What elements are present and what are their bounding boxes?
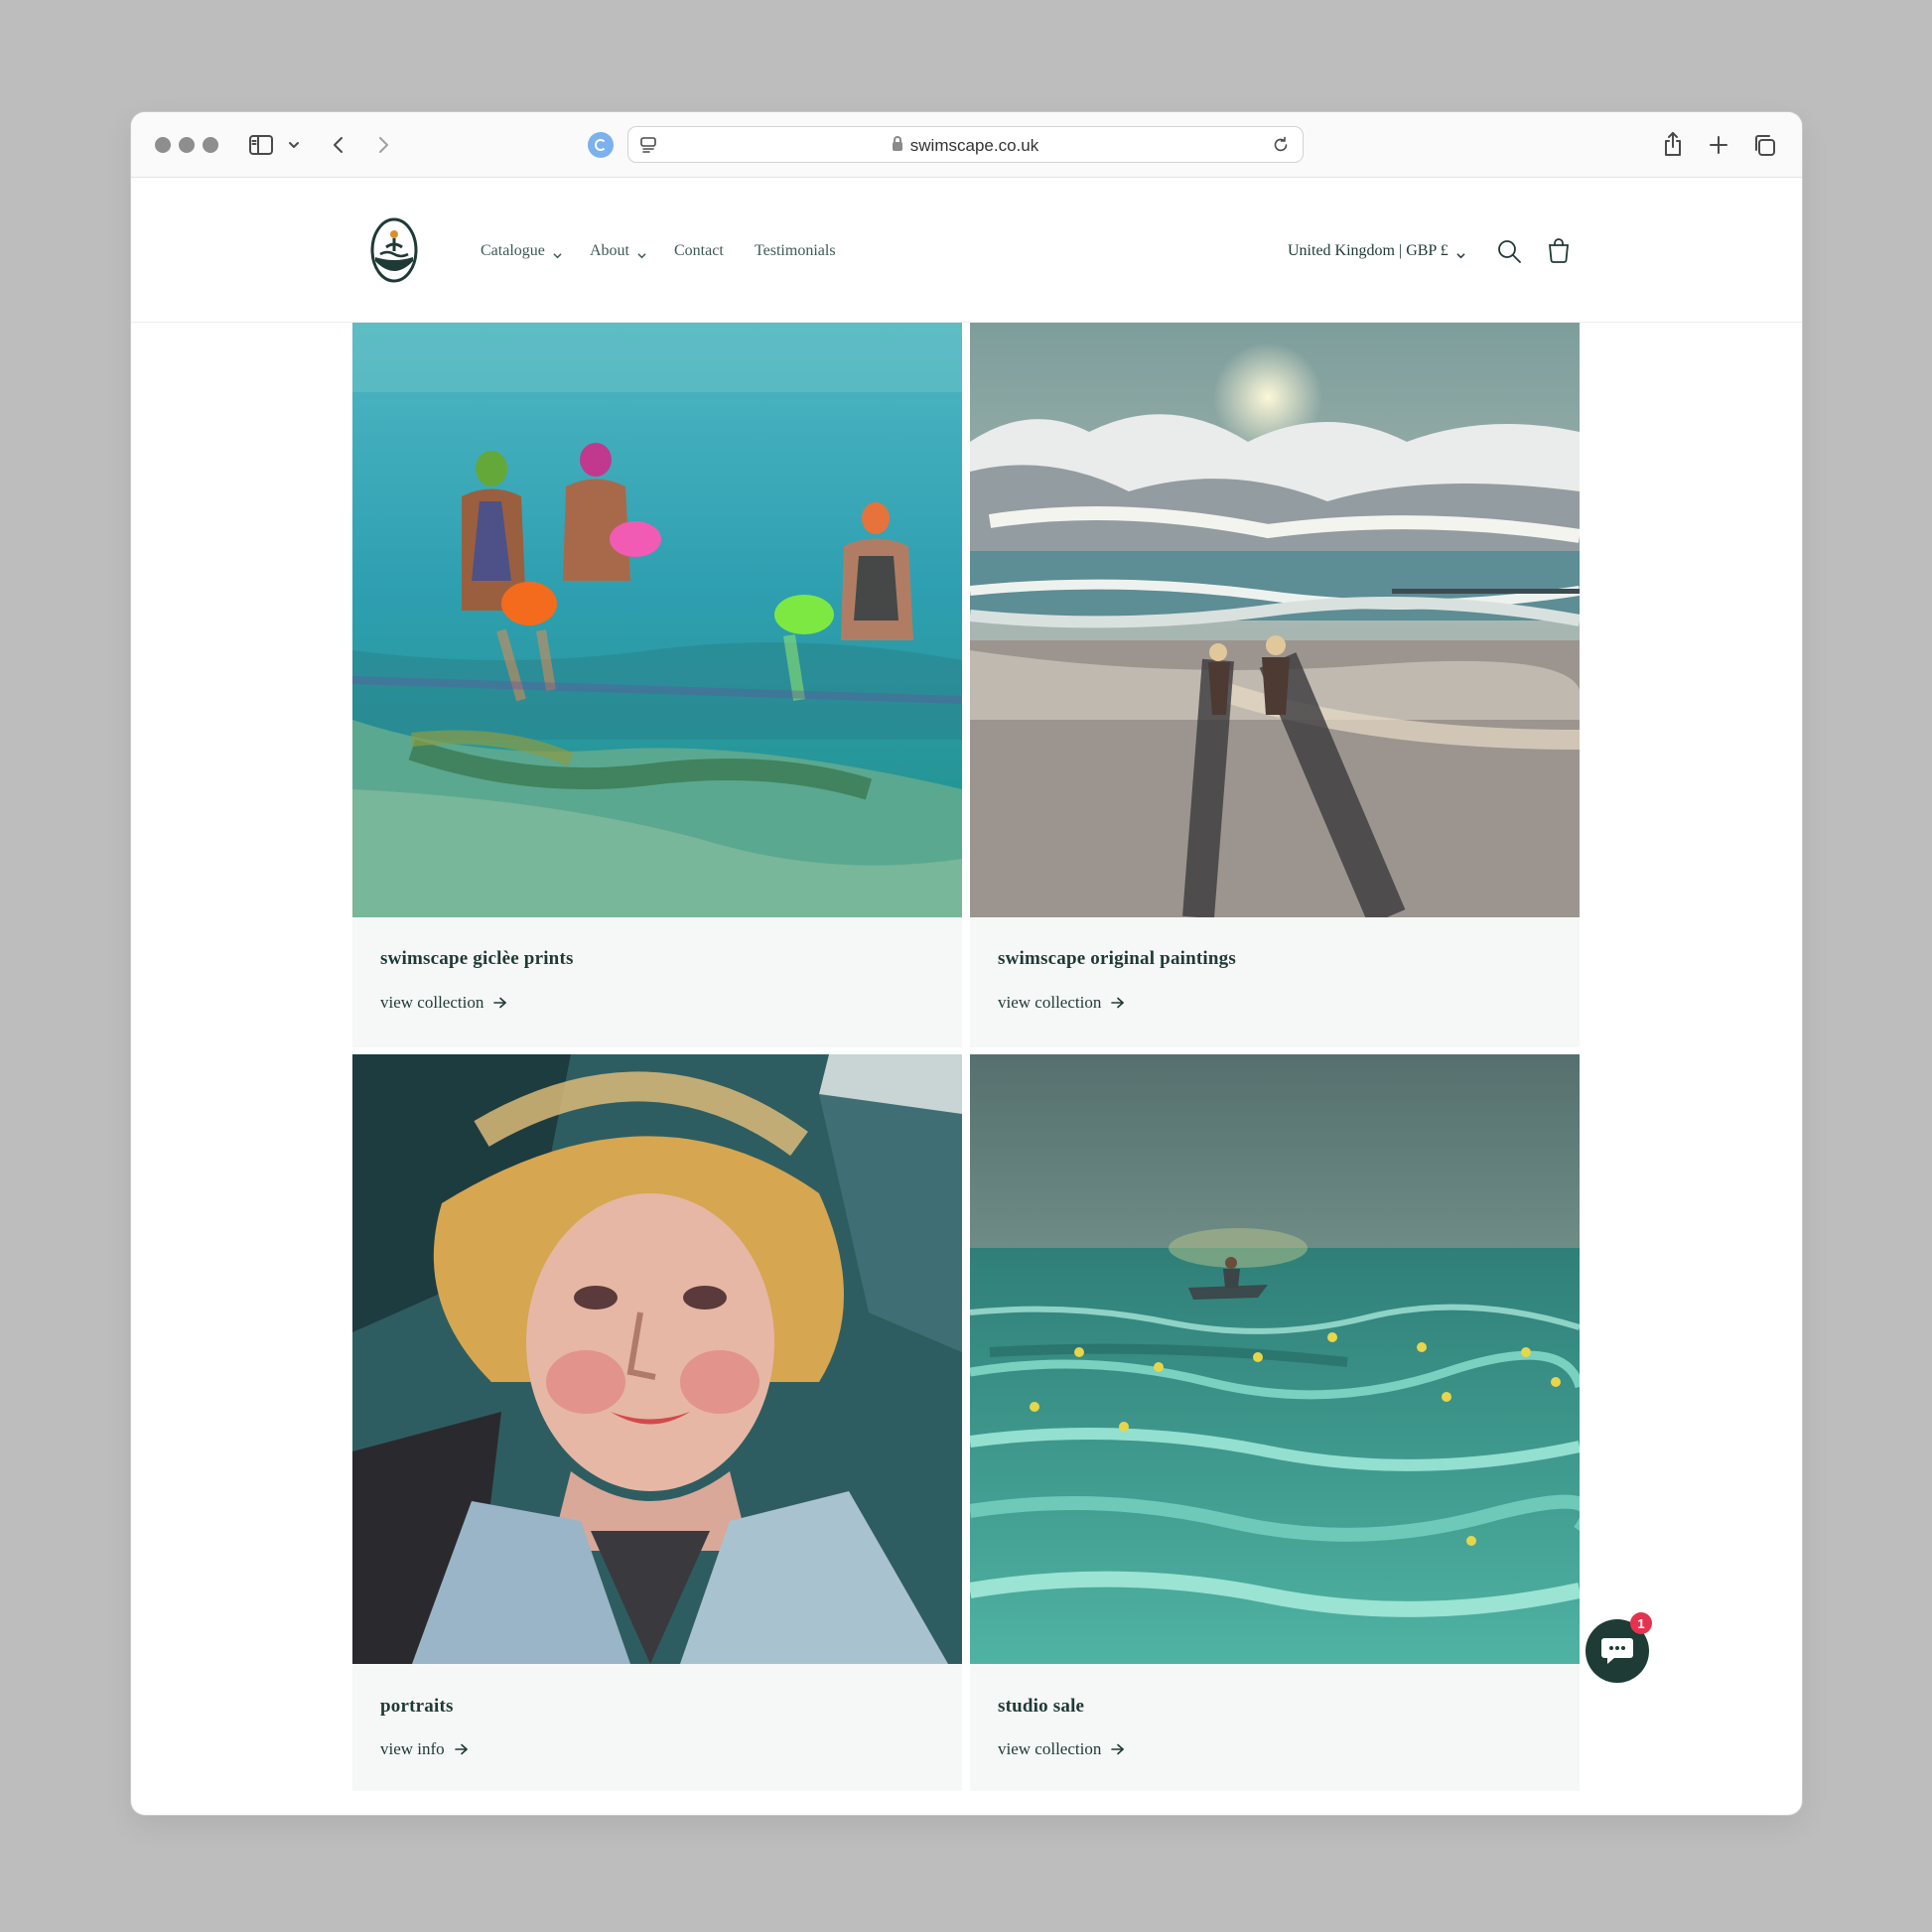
view-collection-link[interactable]: view collection	[998, 993, 1125, 1013]
address-bar[interactable]: swimscape.co.uk	[627, 126, 1304, 163]
lock-icon	[892, 136, 902, 151]
collection-image-portraits[interactable]	[352, 1054, 962, 1664]
view-info-link[interactable]: view info	[380, 1739, 469, 1759]
site-header: Catalogue About Contact Testimonials Uni…	[131, 178, 1802, 323]
collection-image-giclee-prints[interactable]	[352, 323, 962, 917]
collection-image-original-paintings[interactable]	[970, 323, 1580, 917]
chat-bubble-icon	[1601, 1638, 1633, 1664]
arrow-right-icon	[1111, 997, 1125, 1009]
collection-card-giclee-prints[interactable]: swimscape giclèe prints view collection	[352, 323, 962, 1047]
locale-label: United Kingdom | GBP £	[1288, 242, 1449, 259]
nav-testimonials[interactable]: Testimonials	[755, 242, 836, 260]
view-collection-label: view collection	[998, 993, 1102, 1012]
nav-contact-label: Contact	[674, 242, 724, 259]
collection-title[interactable]: portraits	[380, 1696, 454, 1718]
collection-card-studio-sale[interactable]: studio sale view collection	[970, 1054, 1580, 1791]
nav-contact[interactable]: Contact	[674, 242, 724, 260]
window-close-button[interactable]	[155, 137, 171, 153]
window-zoom-button[interactable]	[203, 137, 218, 153]
collection-title[interactable]: swimscape original paintings	[998, 948, 1236, 970]
sidebar-icon[interactable]	[248, 132, 274, 158]
new-tab-icon[interactable]	[1704, 130, 1733, 160]
chevron-down-icon	[553, 247, 562, 258]
cart-icon[interactable]	[1545, 237, 1573, 265]
url-text: swimscape.co.uk	[909, 136, 1039, 155]
share-icon[interactable]	[1658, 128, 1688, 160]
nav-catalogue[interactable]: Catalogue	[481, 242, 562, 260]
swimscape-logo[interactable]	[370, 217, 418, 283]
nav-about-label: About	[590, 242, 629, 259]
arrow-right-icon	[1111, 1743, 1125, 1755]
browser-toolbar: swimscape.co.uk	[131, 112, 1802, 178]
browser-window: swimscape.co.uk Catalogue About Contact …	[131, 112, 1802, 1815]
nav-catalogue-label: Catalogue	[481, 242, 545, 259]
view-info-label: view info	[380, 1739, 445, 1758]
collection-title[interactable]: swimscape giclèe prints	[380, 948, 574, 970]
url-display: swimscape.co.uk	[628, 136, 1303, 156]
country-currency-selector[interactable]: United Kingdom | GBP £	[1288, 242, 1465, 260]
chat-notification-badge: 1	[1630, 1612, 1652, 1634]
window-minimize-button[interactable]	[179, 137, 195, 153]
collection-image-studio-sale[interactable]	[970, 1054, 1580, 1664]
collection-title[interactable]: studio sale	[998, 1696, 1084, 1718]
view-collection-label: view collection	[380, 993, 484, 1012]
search-icon[interactable]	[1495, 237, 1523, 265]
chevron-down-icon	[637, 247, 646, 258]
collection-card-portraits[interactable]: portraits view info	[352, 1054, 962, 1791]
collection-card-original-paintings[interactable]: swimscape original paintings view collec…	[970, 323, 1580, 1047]
view-collection-link[interactable]: view collection	[998, 1739, 1125, 1759]
nav-about[interactable]: About	[590, 242, 646, 260]
view-collection-label: view collection	[998, 1739, 1102, 1758]
view-collection-link[interactable]: view collection	[380, 993, 507, 1013]
chevron-down-icon	[1456, 247, 1465, 258]
extension-icon[interactable]	[588, 132, 614, 158]
forward-icon[interactable]	[370, 132, 396, 158]
back-icon[interactable]	[326, 132, 351, 158]
arrow-right-icon	[493, 997, 507, 1009]
arrow-right-icon	[454, 1743, 468, 1755]
reload-icon[interactable]	[1269, 133, 1293, 157]
tab-overview-icon[interactable]	[1749, 130, 1779, 160]
nav-testimonials-label: Testimonials	[755, 242, 836, 259]
chevron-down-icon[interactable]	[288, 139, 300, 151]
